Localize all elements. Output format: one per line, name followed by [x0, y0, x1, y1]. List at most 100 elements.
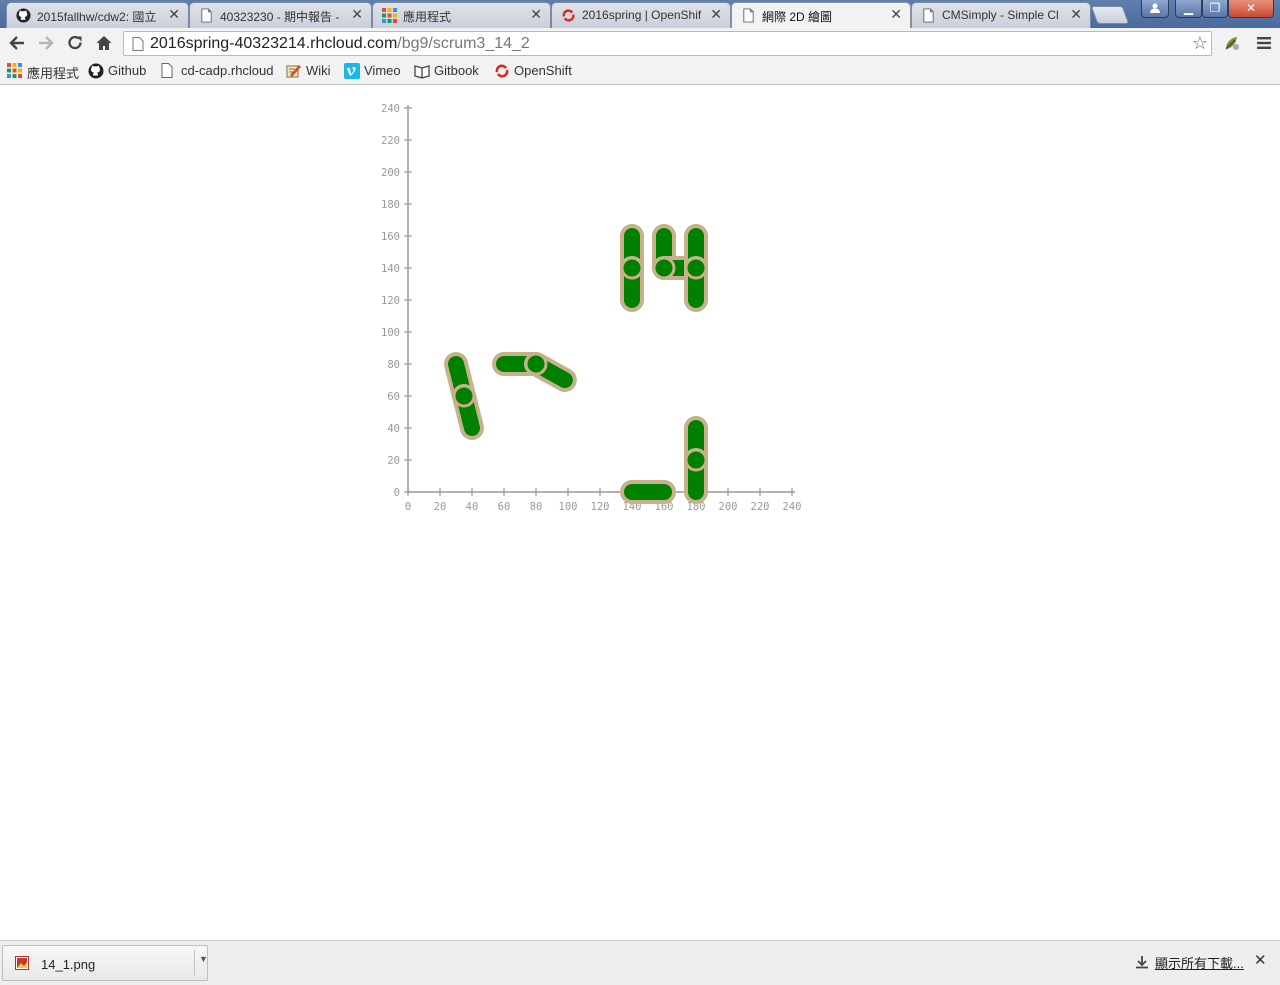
user-profile-button[interactable] [1141, 0, 1169, 18]
tab-github-cdw2[interactable]: 2015fallhw/cdw2: 國立 ✕ [6, 2, 189, 28]
bookmark-label: cd-cadp.rhcloud [181, 63, 274, 78]
tab-web-2d-drawing[interactable]: 網際 2D 繪圖 ✕ [731, 2, 911, 28]
tab-title: 2015fallhw/cdw2: 國立 [37, 10, 157, 24]
page-icon [201, 8, 212, 23]
y-tick-label: 0 [394, 487, 400, 499]
close-icon[interactable]: ✕ [1254, 951, 1267, 969]
gitbook-icon [414, 65, 430, 79]
forward-button[interactable] [35, 32, 57, 54]
divider [194, 950, 195, 976]
x-tick-label: 220 [751, 501, 770, 513]
show-all-downloads-link[interactable]: 顯示所有下載... [1155, 953, 1244, 972]
minimize-button[interactable]: ▁ [1175, 0, 1202, 18]
url-host: 2016spring-40323214.rhcloud.com [150, 35, 398, 52]
joint-circle [652, 256, 676, 280]
tab-apps[interactable]: 應用程式 ✕ [372, 2, 551, 28]
openshift-icon [562, 9, 575, 22]
bookmark-vimeo[interactable]: Vimeo [344, 62, 404, 80]
tab-title: 網際 2D 繪圖 [762, 10, 833, 24]
address-bar[interactable]: 2016spring-40323214.rhcloud.com/bg9/scru… [123, 31, 1212, 56]
wiki-icon [286, 65, 301, 78]
restore-icon: ❐ [1209, 1, 1221, 15]
github-icon [16, 8, 31, 23]
close-icon[interactable]: ✕ [1070, 6, 1082, 23]
window-close-button[interactable]: ✕ [1228, 0, 1274, 18]
bookmark-apps[interactable]: 應用程式 [7, 62, 80, 81]
y-tick-label: 100 [381, 327, 400, 339]
y-tick-label: 140 [381, 263, 400, 275]
y-tick-label: 80 [387, 359, 400, 371]
bookmark-gitbook[interactable]: Gitbook [414, 62, 484, 80]
y-tick-label: 160 [381, 231, 400, 243]
x-tick-label: 40 [466, 501, 479, 513]
close-icon[interactable]: ✕ [710, 6, 722, 23]
x-tick-label: 60 [498, 501, 511, 513]
close-icon[interactable]: ✕ [890, 6, 902, 23]
x-tick-label: 200 [719, 501, 738, 513]
joint-circle [620, 256, 644, 280]
download-icon [1136, 956, 1148, 969]
y-tick-label: 220 [381, 135, 400, 147]
new-tab-button[interactable] [1090, 6, 1130, 24]
joints-layer [452, 256, 708, 472]
tab-title: 40323230 - 期中報告 - [220, 10, 340, 24]
y-tick-label: 240 [381, 103, 400, 115]
tab-midterm-report[interactable]: 40323230 - 期中報告 - ✕ [189, 2, 372, 28]
close-icon[interactable]: ✕ [530, 6, 542, 23]
back-arrow-icon [9, 36, 24, 50]
home-icon [96, 36, 112, 50]
back-button[interactable] [6, 32, 28, 54]
tab-title: 2016spring | OpenShif [582, 8, 702, 22]
hamburger-menu-icon [1257, 37, 1271, 49]
tab-openshift[interactable]: 2016spring | OpenShif ✕ [551, 2, 731, 28]
apps-grid-icon [382, 8, 397, 23]
user-icon [1150, 3, 1160, 13]
page-icon [132, 37, 144, 51]
close-icon: ✕ [1245, 1, 1257, 15]
joint-circle [684, 256, 708, 280]
tab-cmsimply[interactable]: CMSimply - Simple Cl ✕ [911, 2, 1091, 28]
reload-button[interactable] [64, 32, 86, 54]
extension-icon [1225, 37, 1239, 50]
close-icon[interactable]: ✕ [351, 6, 363, 23]
y-tick-label: 120 [381, 295, 400, 307]
x-tick-label: 20 [434, 501, 447, 513]
x-tick-label: 0 [405, 501, 411, 513]
bookmark-label: Vimeo [364, 63, 401, 78]
github-icon [88, 63, 104, 79]
axes: 0 20 40 60 80 100 120 140 160 180 200 220 240 0 20 40 60… [381, 103, 801, 513]
bookmark-label: 應用程式 [27, 66, 80, 81]
bookmark-star-icon[interactable]: ☆ [1192, 33, 1208, 54]
minimize-icon: ▁ [1183, 1, 1194, 15]
restore-button[interactable]: ❐ [1202, 0, 1228, 18]
tab-title: 應用程式 [403, 10, 452, 24]
bookmark-openshift[interactable]: OpenShift [494, 62, 574, 80]
bookmark-label: Gitbook [434, 63, 479, 78]
y-tick-label: 20 [387, 455, 400, 467]
x-tick-label: 120 [591, 501, 610, 513]
bookmark-label: OpenShift [514, 63, 572, 78]
openshift-icon [495, 64, 509, 78]
x-tick-label: 240 [783, 501, 802, 513]
bookmarks-bar: 應用程式 Github cd-cadp.rhcloud Wiki Vimeo G… [0, 58, 1280, 85]
bookmark-label: Wiki [306, 63, 331, 78]
tab-title: CMSimply - Simple Cl [942, 8, 1059, 22]
chevron-down-icon[interactable]: ▼ [199, 954, 208, 964]
joint-circle [684, 448, 708, 472]
bookmark-github[interactable]: Github [88, 62, 152, 80]
page-icon [743, 8, 754, 23]
url-path: /bg9/scrum3_14_2 [397, 35, 530, 52]
url-text: 2016spring-40323214.rhcloud.com/bg9/scru… [150, 35, 530, 53]
y-tick-label: 180 [381, 199, 400, 211]
home-button[interactable] [93, 32, 115, 54]
close-icon[interactable]: ✕ [168, 6, 180, 23]
download-shelf: 14_1.png ▼ 顯示所有下載... ✕ [0, 940, 1280, 985]
download-item[interactable]: 14_1.png ▼ [2, 945, 208, 981]
bookmark-cd-cadp[interactable]: cd-cadp.rhcloud [161, 62, 277, 80]
extension-button[interactable] [1221, 32, 1243, 54]
menu-button[interactable] [1253, 32, 1275, 54]
joint-circle [524, 352, 548, 376]
bookmark-wiki[interactable]: Wiki [286, 62, 334, 80]
x-tick-label: 80 [530, 501, 543, 513]
page-icon [161, 63, 173, 78]
